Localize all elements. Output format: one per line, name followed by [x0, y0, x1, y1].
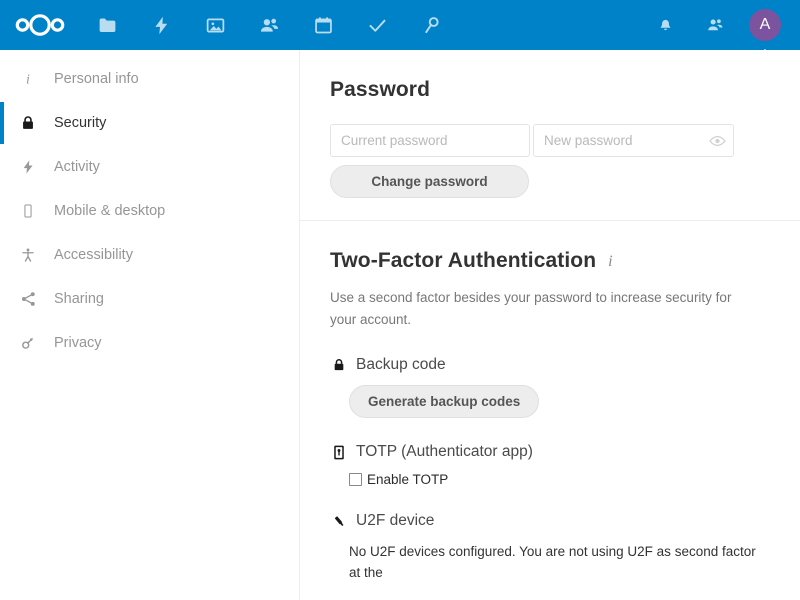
sidebar-item-privacy[interactable]: Privacy [0, 321, 299, 365]
password-section: Password Change password [300, 50, 800, 220]
generate-backup-codes-button[interactable]: Generate backup codes [349, 385, 540, 418]
provider-name: TOTP (Authenticator app) [356, 443, 533, 460]
page-title: Password [330, 78, 431, 101]
provider-body: Enable TOTP [330, 472, 770, 487]
two-factor-heading-row: Two-Factor Authentication i [330, 249, 770, 273]
provider-backup-code: Backup code Generate backup codes [330, 355, 770, 418]
contacts-menu-icon[interactable] [690, 0, 740, 50]
lightning-icon [12, 151, 44, 183]
settings-sidebar: i Personal info Security Activity Mobile… [0, 50, 300, 600]
current-password-input[interactable] [330, 124, 530, 157]
sidebar-item-accessibility[interactable]: Accessibility [0, 233, 299, 277]
two-factor-authentication-section: Two-Factor Authentication i Use a second… [300, 221, 800, 583]
provider-totp: TOTP (Authenticator app) Enable TOTP [330, 442, 770, 487]
sidebar-item-personal-info[interactable]: i Personal info [0, 57, 299, 101]
sidebar-item-label: Sharing [54, 291, 104, 307]
notifications-bell-icon[interactable] [640, 0, 690, 50]
svg-text:i: i [26, 73, 30, 88]
photos-icon[interactable] [188, 0, 242, 50]
sidebar-item-label: Security [54, 115, 107, 131]
provider-heading: Backup code [330, 355, 770, 375]
passwords-icon[interactable] [404, 0, 458, 50]
provider-body: No U2F devices configured. You are not u… [330, 541, 770, 583]
eye-icon[interactable] [708, 132, 726, 150]
share-icon [12, 283, 44, 315]
sidebar-item-security[interactable]: Security [0, 101, 299, 145]
activity-icon[interactable] [134, 0, 188, 50]
files-icon[interactable] [80, 0, 134, 50]
mobile-icon [12, 195, 44, 227]
new-password-input[interactable] [533, 124, 734, 157]
provider-body: Generate backup codes [330, 385, 770, 418]
nextcloud-logo[interactable] [0, 0, 80, 50]
sidebar-item-label: Personal info [54, 71, 139, 87]
provider-name: Backup code [356, 356, 446, 373]
info-icon: i [12, 63, 44, 95]
app-navigation-icons [80, 0, 640, 50]
sidebar-item-sharing[interactable]: Sharing [0, 277, 299, 321]
provider-name: U2F device [356, 512, 435, 529]
two-factor-title: Two-Factor Authentication [330, 249, 597, 272]
new-password-wrapper [533, 124, 734, 157]
settings-main-content: Password Change password Two-Factor Auth… [300, 50, 800, 600]
provider-heading: U2F device [330, 511, 770, 531]
provider-u2f: U2F device No U2F devices configured. Yo… [330, 511, 770, 583]
change-password-button[interactable]: Change password [330, 165, 529, 198]
sidebar-item-label: Accessibility [54, 247, 133, 263]
header-right-area: A [640, 0, 800, 61]
enable-totp-label: Enable TOTP [367, 472, 449, 487]
tasks-icon[interactable] [350, 0, 404, 50]
sidebar-item-mobile-desktop[interactable]: Mobile & desktop [0, 189, 299, 233]
enable-totp-checkbox[interactable] [349, 473, 362, 486]
avatar-menu-caret [752, 49, 778, 61]
password-fields-row [330, 124, 770, 157]
sidebar-item-label: Privacy [54, 335, 102, 351]
u2f-status-text: No U2F devices configured. You are not u… [349, 544, 756, 580]
contacts-icon[interactable] [242, 0, 296, 50]
enable-totp-row[interactable]: Enable TOTP [349, 472, 770, 487]
usb-key-icon [330, 511, 348, 531]
totp-token-icon [330, 442, 348, 462]
sidebar-item-label: Activity [54, 159, 100, 175]
info-icon[interactable]: i [608, 253, 612, 271]
accessibility-icon [12, 239, 44, 271]
sidebar-item-activity[interactable]: Activity [0, 145, 299, 189]
two-factor-description: Use a second factor besides your passwor… [330, 290, 732, 327]
provider-heading: TOTP (Authenticator app) [330, 442, 770, 462]
top-header-bar: A [0, 0, 800, 61]
sidebar-item-label: Mobile & desktop [54, 203, 166, 219]
lock-icon [12, 107, 44, 139]
calendar-icon[interactable] [296, 0, 350, 50]
avatar[interactable]: A [749, 9, 781, 41]
lock-icon [330, 355, 348, 375]
user-avatar-menu[interactable]: A [740, 0, 790, 61]
key-icon [12, 327, 44, 359]
